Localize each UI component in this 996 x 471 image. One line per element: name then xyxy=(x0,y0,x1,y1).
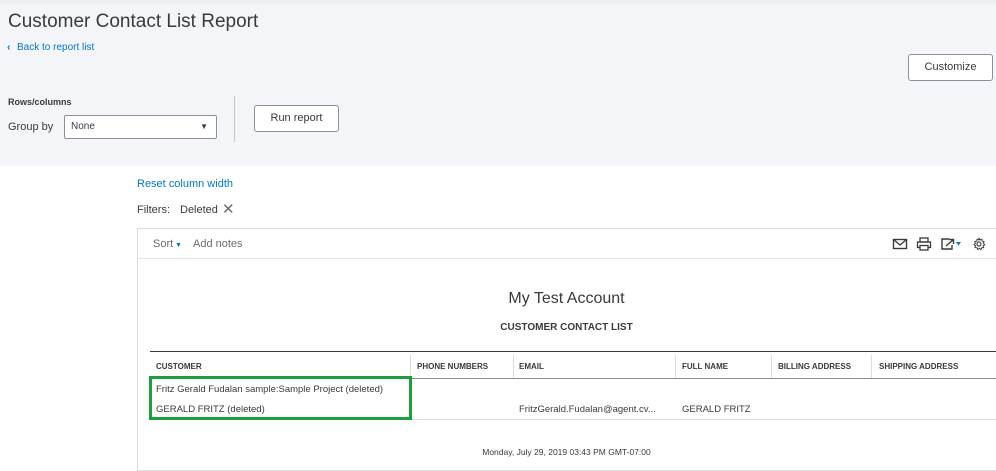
settings-gear-icon[interactable] xyxy=(971,237,987,251)
dropdown-caret-icon: ▼ xyxy=(200,122,208,131)
back-link-label: Back to report list xyxy=(17,42,95,53)
sort-button[interactable]: Sort ▼ xyxy=(153,238,182,250)
remove-filter-icon[interactable]: ✕ xyxy=(222,202,235,217)
column-header-customer[interactable]: CUSTOMER xyxy=(156,362,202,371)
column-separator[interactable] xyxy=(871,355,872,378)
email-icon[interactable] xyxy=(892,237,908,251)
column-header-email[interactable]: EMAIL xyxy=(519,362,544,371)
column-header-phone-numbers[interactable]: PHONE NUMBERS xyxy=(417,362,488,371)
column-separator[interactable] xyxy=(771,355,772,378)
run-report-button[interactable]: Run report xyxy=(254,105,339,132)
column-header-full-name[interactable]: FULL NAME xyxy=(682,362,728,371)
report-name: CUSTOMER CONTACT LIST xyxy=(500,322,633,333)
highlight-annotation-box xyxy=(149,376,412,420)
add-notes-button[interactable]: Add notes xyxy=(193,238,243,250)
table-row-full-name-cell: GERALD FRITZ xyxy=(682,404,751,415)
back-to-report-list-link[interactable]: ‹ Back to report list xyxy=(7,42,94,53)
export-icon[interactable] xyxy=(940,237,962,251)
group-by-label: Group by xyxy=(8,121,54,133)
column-separator[interactable] xyxy=(675,355,676,378)
customize-button[interactable]: Customize xyxy=(908,54,993,81)
sort-caret-icon: ▼ xyxy=(173,242,183,249)
report-settings-panel: Customer Contact List Report ‹ Back to re… xyxy=(0,0,996,166)
sort-label: Sort xyxy=(153,238,174,250)
rows-columns-label: Rows/columns xyxy=(8,97,72,107)
account-name: My Test Account xyxy=(508,290,625,307)
group-by-select[interactable]: None ▼ xyxy=(64,115,217,139)
print-icon[interactable] xyxy=(916,237,932,251)
report-card: Sort ▼ Add notes My Test Account CUSTOME… xyxy=(137,228,996,471)
page-title: Customer Contact List Report xyxy=(8,11,259,32)
filters-label: Filters: xyxy=(137,204,170,216)
chevron-left-icon: ‹ xyxy=(7,42,11,53)
reset-column-width-link[interactable]: Reset column width xyxy=(137,178,233,190)
vertical-divider xyxy=(234,96,235,142)
group-by-value: None xyxy=(71,121,95,132)
column-header-shipping-address[interactable]: SHIPPING ADDRESS xyxy=(879,362,958,371)
filter-chip-deleted: Deleted xyxy=(180,204,218,216)
report-toolbar: Sort ▼ Add notes xyxy=(138,229,996,259)
column-separator[interactable] xyxy=(410,355,411,378)
table-row-email-cell: FritzGerald.Fudalan@agent.cv... xyxy=(519,404,656,415)
top-strip xyxy=(0,0,996,4)
column-header-billing-address[interactable]: BILLING ADDRESS xyxy=(778,362,851,371)
column-separator[interactable] xyxy=(513,355,514,378)
report-timestamp: Monday, July 29, 2019 03:43 PM GMT-07:00 xyxy=(482,447,651,457)
header-top-rule xyxy=(150,351,996,352)
